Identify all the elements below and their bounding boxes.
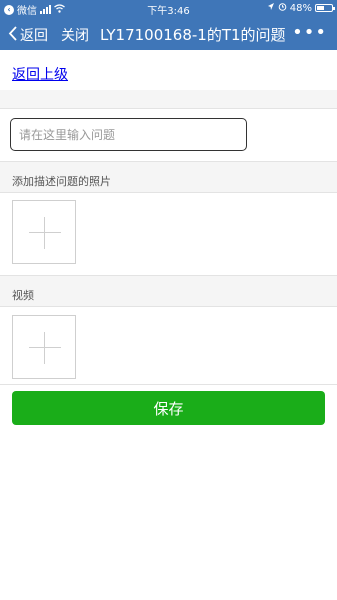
photo-section-label: 添加描述问题的照片 <box>12 175 111 188</box>
location-icon <box>267 2 275 14</box>
more-menu-icon[interactable]: ••• <box>292 22 327 43</box>
back-button[interactable]: 返回 <box>8 25 48 45</box>
plus-icon <box>29 347 61 348</box>
battery-icon <box>315 4 335 12</box>
divider <box>0 108 337 109</box>
back-label: 返回 <box>20 28 48 44</box>
add-video-button[interactable] <box>12 315 76 379</box>
battery-fill <box>317 6 324 10</box>
divider <box>0 384 337 385</box>
nav-bar: 返回 关闭 LY17100168-1的T1的问题 ••• <box>0 18 337 50</box>
status-bar: ‹ 微信 下午3:46 48% <box>0 0 337 18</box>
back-to-parent-link[interactable]: 返回上级 <box>12 64 68 84</box>
status-right: 48% <box>267 2 335 14</box>
divider <box>0 306 337 307</box>
alarm-icon <box>278 2 287 14</box>
plus-icon <box>44 332 45 364</box>
plus-icon <box>29 232 61 233</box>
question-input[interactable] <box>10 118 247 151</box>
video-section-label: 视频 <box>12 289 34 302</box>
add-photo-button[interactable] <box>12 200 76 264</box>
save-button[interactable]: 保存 <box>12 391 325 425</box>
plus-icon <box>44 217 45 249</box>
battery-percent: 48% <box>289 2 312 14</box>
page-title: LY17100168-1的T1的问题 <box>100 26 286 44</box>
divider <box>0 192 337 193</box>
chevron-left-icon <box>8 25 17 45</box>
section-separator <box>0 90 337 108</box>
video-section-header <box>0 276 337 306</box>
close-button[interactable]: 关闭 <box>61 25 89 45</box>
